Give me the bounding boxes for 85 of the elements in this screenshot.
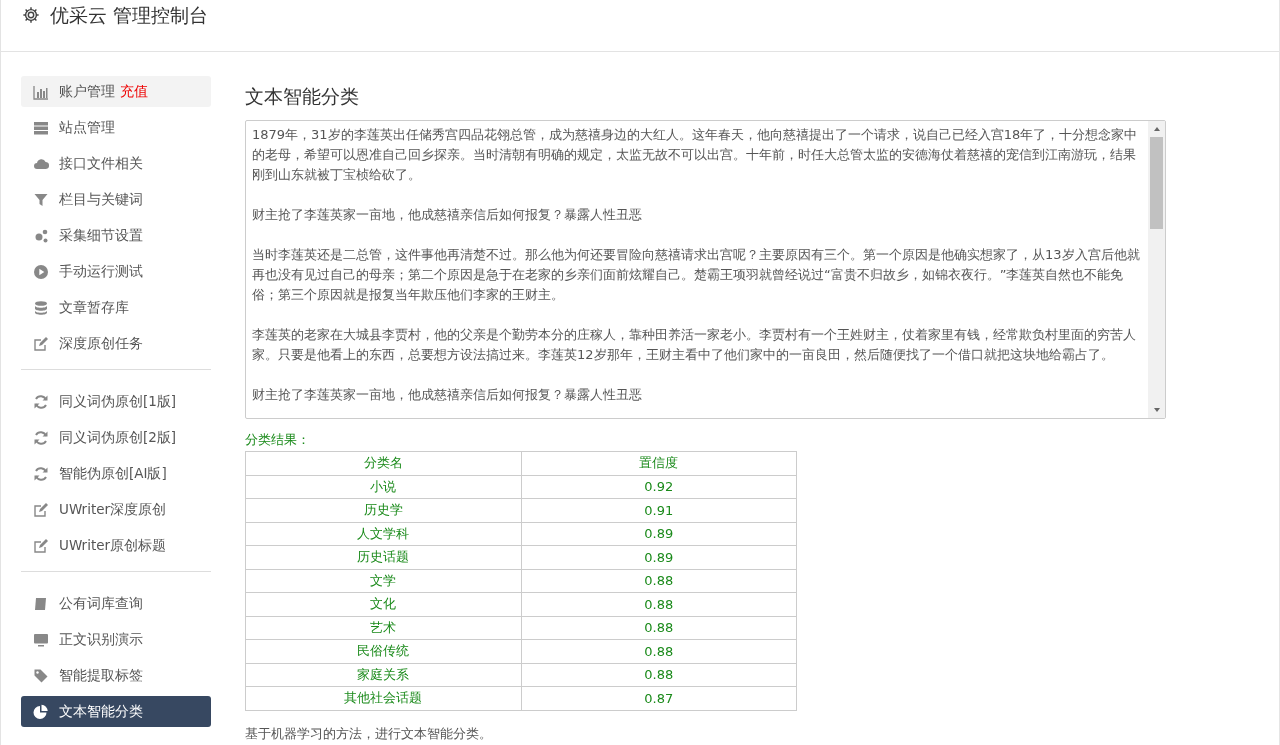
sidebar-item[interactable]: 接口文件相关: [21, 148, 211, 179]
table-cell: 0.88: [521, 592, 797, 616]
result-label: 分类结果：: [245, 431, 311, 449]
table-cell: 艺术: [245, 616, 521, 640]
edit-icon: [33, 501, 49, 518]
page-title: 文本智能分类: [245, 84, 360, 109]
sidebar-label: 同义词伪原创[2版]: [59, 428, 177, 447]
paragraph: 当时李莲英还是二总管，这件事他再清楚不过。那么他为何还要冒险向慈禧请求出宫呢？主要原因有三个。第一个原因是他确实想家了，从13岁入宫后他就再也没有见过自己的母亲；第二个原因是急于在老家的乡亲们面前炫耀自己。楚霸王项羽就曾经说过“富贵不归故乡，如锦衣夜行。”李莲英自然也不能免俗；第三个原因就是报复当年欺压他们李家的王财主。: [252, 246, 1141, 304]
table-cell: 0.88: [521, 616, 797, 640]
table-cell: 其他社会话题: [245, 686, 521, 710]
sidebar-item[interactable]: 智能伪原创[AI版]: [21, 458, 211, 489]
tag-icon: [33, 667, 49, 684]
description-text: 基于机器学习的方法，进行文本智能分类。: [245, 724, 493, 743]
edit-icon: [33, 335, 49, 352]
sidebar-item[interactable]: 深度原创任务: [21, 328, 211, 359]
sidebar-item[interactable]: 同义词伪原创[2版]: [21, 422, 211, 453]
table-cell: 民俗传统: [245, 639, 521, 663]
bar-chart-icon: [33, 83, 49, 100]
table-cell: 家庭关系: [245, 663, 521, 687]
table-cell: 历史学: [245, 498, 521, 522]
scroll-up-icon[interactable]: [1152, 125, 1161, 133]
sidebar-label: 手动运行测试: [59, 262, 143, 281]
sidebar-label: 同义词伪原创[1版]: [59, 392, 177, 411]
table-cell: 历史话题: [245, 545, 521, 569]
sidebar-label: 智能提取标签: [59, 666, 143, 685]
database-icon: [33, 299, 49, 316]
play-icon: [33, 263, 49, 280]
text-input[interactable]: [245, 120, 1166, 419]
column-header: 分类名: [245, 451, 521, 475]
table-cell: 0.88: [521, 569, 797, 593]
settings-icon: [22, 6, 40, 24]
sidebar-item[interactable]: 账户管理 充值: [21, 76, 211, 107]
sidebar-label: 深度原创任务: [59, 334, 143, 353]
recharge-link[interactable]: 充值: [120, 82, 148, 101]
table-cell: 0.89: [521, 522, 797, 546]
table-cell: 0.88: [521, 639, 797, 663]
table-cell: 文学: [245, 569, 521, 593]
table-cell: 0.87: [521, 686, 797, 710]
paragraph: 1879年，31岁的李莲英出任储秀宫四品花翎总管，成为慈禧身边的大红人。这年春天，他向慈禧提出了一个请求，说自己已经入宫18年了，十分想念家中的老母，希望可以恩准自己回乡探亲。当时清朝有明确的规定，太监无故不可以出宫。十年前，时任大总管太监的安德海仗着慈禧的宠信到江南游玩，结果刚到山东就被丁宝桢给砍了。: [252, 126, 1139, 184]
sidebar-label: 站点管理: [59, 118, 115, 137]
sidebar-label: 文章暂存库: [59, 298, 129, 317]
sidebar-label: UWriter原创标题: [59, 536, 167, 555]
monitor-icon: [33, 631, 49, 648]
refresh-icon: [33, 465, 49, 482]
sidebar-item[interactable]: 文本智能分类: [21, 696, 211, 727]
sidebar-item[interactable]: 文章暂存库: [21, 292, 211, 323]
table-cell: 小说: [245, 475, 521, 499]
sidebar-item[interactable]: UWriter深度原创: [21, 494, 211, 525]
server-icon: [33, 119, 49, 136]
sidebar-item[interactable]: 采集细节设置: [21, 220, 211, 251]
scrollbar-thumb[interactable]: [1150, 137, 1163, 229]
sidebar-item[interactable]: 站点管理: [21, 112, 211, 143]
sidebar-item[interactable]: UWriter原创标题: [21, 530, 211, 561]
sidebar-label: 账户管理: [59, 82, 115, 101]
refresh-icon: [33, 429, 49, 446]
paragraph: 财主抢了李莲英家一亩地，他成慈禧亲信后如何报复？暴露人性丑恶: [252, 386, 643, 404]
paragraph: 李莲英的老家在大城县李贾村，他的父亲是个勤劳本分的庄稼人，靠种田养活一家老小。李贾村有一个王姓财主，仗着家里有钱，经常欺负村里面的穷苦人家。只要是他看上的东西，总要想方设法搞过来。李莲英12岁那年，王财主看中了他们家中的一亩良田，然后随便找了一个借口就把这块地给霸占了。: [252, 326, 1137, 364]
edit-icon: [33, 537, 49, 554]
sidebar-label: 接口文件相关: [59, 154, 143, 173]
sidebar-label: 文本智能分类: [59, 702, 143, 721]
table-cell: 人文学科: [245, 522, 521, 546]
sidebar-label: 正文识别演示: [59, 630, 143, 649]
paragraph: 财主抢了李莲英家一亩地，他成慈禧亲信后如何报复？暴露人性丑恶: [252, 206, 643, 224]
pie-chart-icon: [33, 703, 49, 720]
sidebar-item[interactable]: 栏目与关键词: [21, 184, 211, 215]
filter-icon: [33, 191, 49, 208]
scroll-down-icon[interactable]: [1152, 406, 1161, 414]
refresh-icon: [33, 393, 49, 410]
app-title: 优采云 管理控制台: [50, 4, 209, 26]
sidebar-label: 栏目与关键词: [59, 190, 143, 209]
table-cell: 0.92: [521, 475, 797, 499]
table-cell: 0.88: [521, 663, 797, 687]
table-cell: 文化: [245, 592, 521, 616]
sidebar-label: 智能伪原创[AI版]: [59, 464, 167, 483]
sidebar-label: 采集细节设置: [59, 226, 143, 245]
table-cell: 0.89: [521, 545, 797, 569]
sidebar-item[interactable]: 手动运行测试: [21, 256, 211, 287]
sidebar-item[interactable]: 同义词伪原创[1版]: [21, 386, 211, 417]
column-header: 置信度: [521, 451, 797, 475]
sidebar-item[interactable]: 正文识别演示: [21, 624, 211, 655]
sidebar-label: 公有词库查询: [59, 594, 143, 613]
sidebar-item[interactable]: 公有词库查询: [21, 588, 211, 619]
sidebar-label: UWriter深度原创: [59, 500, 167, 519]
table-cell: 0.91: [521, 498, 797, 522]
sidebar-item[interactable]: 智能提取标签: [21, 660, 211, 691]
